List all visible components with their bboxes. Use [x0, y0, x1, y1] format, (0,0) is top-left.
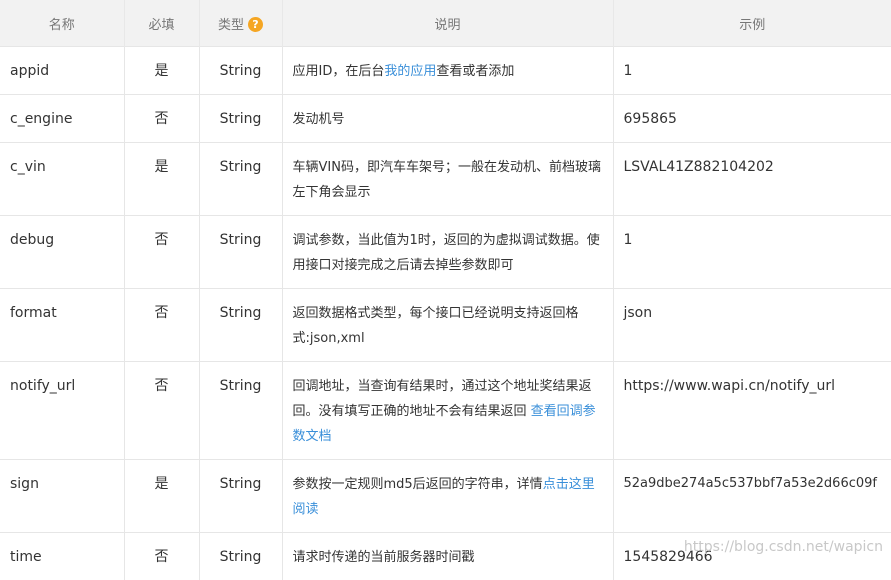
param-type: String [199, 143, 282, 216]
param-description: 请求时传递的当前服务器时间戳 [282, 533, 613, 580]
table-row: format 否 String 返回数据格式类型，每个接口已经说明支持返回格式:… [0, 289, 891, 362]
param-description: 发动机号 [282, 95, 613, 143]
param-required: 否 [124, 95, 199, 143]
table-row: debug 否 String 调试参数，当此值为1时，返回的为虚拟调试数据。使用… [0, 216, 891, 289]
param-name: time [0, 533, 124, 580]
param-description: 回调地址，当查询有结果时，通过这个地址奖结果返回。没有填写正确的地址不会有结果返… [282, 362, 613, 460]
param-name: appid [0, 47, 124, 95]
table-row: c_vin 是 String 车辆VIN码，即汽车车架号；一般在发动机、前档玻璃… [0, 143, 891, 216]
param-name: sign [0, 460, 124, 533]
header-name: 名称 [0, 0, 124, 47]
param-type: String [199, 362, 282, 460]
param-type: String [199, 216, 282, 289]
param-description: 调试参数，当此值为1时，返回的为虚拟调试数据。使用接口对接完成之后请去掉些参数即… [282, 216, 613, 289]
header-type-label: 类型 [218, 18, 244, 33]
param-name: format [0, 289, 124, 362]
param-example: LSVAL41Z882104202 [613, 143, 891, 216]
param-name: c_vin [0, 143, 124, 216]
help-icon[interactable]: ? [248, 17, 263, 32]
param-type: String [199, 533, 282, 580]
watermark: https://blog.csdn.net/wapicn [684, 539, 883, 555]
table-row: appid 是 String 应用ID，在后台我的应用查看或者添加 1 [0, 47, 891, 95]
param-example: 1 [613, 216, 891, 289]
param-description: 返回数据格式类型，每个接口已经说明支持返回格式:json,xml [282, 289, 613, 362]
param-type: String [199, 460, 282, 533]
header-required: 必填 [124, 0, 199, 47]
param-required: 是 [124, 460, 199, 533]
param-required: 否 [124, 362, 199, 460]
desc-text: 参数按一定规则md5后返回的字符串，详情 [293, 477, 543, 492]
param-required: 是 [124, 143, 199, 216]
header-type: 类型? [199, 0, 282, 47]
param-example: json [613, 289, 891, 362]
param-name: debug [0, 216, 124, 289]
table-row: c_engine 否 String 发动机号 695865 [0, 95, 891, 143]
param-description: 车辆VIN码，即汽车车架号；一般在发动机、前档玻璃左下角会显示 [282, 143, 613, 216]
param-name: notify_url [0, 362, 124, 460]
param-required: 否 [124, 533, 199, 580]
param-example: 1 [613, 47, 891, 95]
param-type: String [199, 47, 282, 95]
param-description: 参数按一定规则md5后返回的字符串，详情点击这里阅读 [282, 460, 613, 533]
table-header-row: 名称 必填 类型? 说明 示例 [0, 0, 891, 47]
my-apps-link[interactable]: 我的应用 [384, 64, 436, 79]
param-required: 否 [124, 289, 199, 362]
table-row: sign 是 String 参数按一定规则md5后返回的字符串，详情点击这里阅读… [0, 460, 891, 533]
desc-text: 应用ID，在后台 [293, 64, 385, 79]
param-required: 否 [124, 216, 199, 289]
param-example: 695865 [613, 95, 891, 143]
param-example: 52a9dbe274a5c537bbf7a53e2d66c09f [613, 460, 891, 533]
param-name: c_engine [0, 95, 124, 143]
params-table: 名称 必填 类型? 说明 示例 appid 是 String 应用ID，在后台我… [0, 0, 891, 580]
param-required: 是 [124, 47, 199, 95]
desc-text-post: 查看或者添加 [436, 64, 514, 79]
header-description: 说明 [282, 0, 613, 47]
param-type: String [199, 289, 282, 362]
param-example: https://www.wapi.cn/notify_url [613, 362, 891, 460]
param-description: 应用ID，在后台我的应用查看或者添加 [282, 47, 613, 95]
table-row: notify_url 否 String 回调地址，当查询有结果时，通过这个地址奖… [0, 362, 891, 460]
param-type: String [199, 95, 282, 143]
header-example: 示例 [613, 0, 891, 47]
